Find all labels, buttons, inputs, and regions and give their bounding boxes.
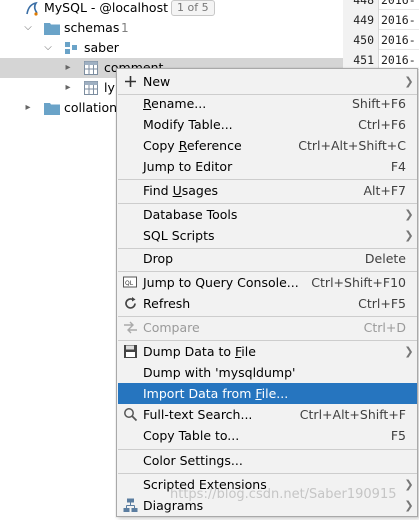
menu-item-label: New [143,74,171,89]
shortcut-label: Delete [364,251,406,266]
menu-item-refresh[interactable]: Refresh Ctrl+F5 [118,293,417,314]
menu-item-label: Jump to Editor [143,159,233,174]
submenu-arrow-icon: ❯ [404,75,414,88]
schemas-count: 1 [121,21,129,35]
diagram-icon [122,497,139,514]
menu-item-label: Dump Data to File [143,344,256,359]
cell-value[interactable]: 2016- [381,10,416,30]
shortcut-label: Ctrl+F5 [358,296,406,311]
menu-item-find-usages[interactable]: Find Usages Alt+F7 [118,180,417,201]
menu-item-copy-table-to[interactable]: Copy Table to... F5 [118,425,417,446]
menu-item-jump-to-editor[interactable]: Jump to Editor F4 [118,156,417,177]
connection-label: MySQL - @localhost [44,0,168,15]
table-row[interactable]: 449 2016- [343,10,419,30]
tree-row-table-lyr[interactable]: ▸ lyr [0,78,120,98]
row-number: 449 [343,10,379,30]
menu-item-jump-to-query-console[interactable]: QL Jump to Query Console... Ctrl+Shift+F… [118,272,417,293]
mysql-dolphin-icon [24,1,38,16]
chevron-right-icon[interactable]: ▸ [62,58,74,78]
shortcut-label: F4 [390,159,406,174]
shortcut-label: Ctrl+Alt+Shift+F [299,407,406,422]
menu-item-dump-data-to-file[interactable]: Dump Data to File ❯ [118,341,417,362]
plus-icon [122,73,139,90]
submenu-arrow-icon: ❯ [404,229,414,242]
collations-label: collations [64,100,124,115]
submenu-arrow-icon: ❯ [404,499,414,512]
schema-icon [64,41,78,55]
menu-item-label: Color Settings... [143,453,243,468]
chevron-right-icon[interactable]: ▸ [62,78,74,98]
query-console-icon: QL [122,274,139,291]
shortcut-label: Ctrl+D [363,320,406,335]
row-number: 448 [343,0,379,10]
table-row[interactable]: 450 2016- [343,30,419,50]
row-number: 451 [343,50,379,70]
folder-icon [44,101,60,115]
menu-item-color-settings[interactable]: Color Settings... [118,450,417,471]
menu-item-modify-table[interactable]: Modify Table... Ctrl+F6 [118,114,417,135]
submenu-arrow-icon: ❯ [404,208,414,221]
refresh-icon [122,295,139,312]
folder-icon [44,21,60,35]
shortcut-label: Shift+F6 [351,96,406,111]
menu-item-new[interactable]: New ❯ [118,71,417,92]
shortcut-label: Ctrl+F6 [358,117,406,132]
menu-item-label: Dump with 'mysqldump' [143,365,296,380]
menu-item-fulltext-search[interactable]: Full-text Search... Ctrl+Alt+Shift+F [118,404,417,425]
menu-item-sql-scripts[interactable]: SQL Scripts ❯ [118,225,417,246]
chevron-down-icon[interactable]: ⌵ [42,38,54,58]
menu-item-drop[interactable]: Drop Delete [118,248,417,269]
menu-item-label: Jump to Query Console... [143,275,299,290]
save-icon [122,343,139,360]
schema-label: saber [84,40,119,55]
shortcut-label: Ctrl+Shift+F10 [311,275,406,290]
menu-item-copy-reference[interactable]: Copy Reference Ctrl+Alt+Shift+C [118,135,417,156]
cell-value[interactable]: 2016- [381,30,416,50]
menu-item-label: Full-text Search... [143,407,253,422]
context-menu: New ❯ Rename... Shift+F6 Modify Table...… [116,68,418,517]
menu-item-label: Find Usages [143,183,219,198]
shortcut-label: Alt+F7 [363,183,406,198]
menu-item-rename[interactable]: Rename... Shift+F6 [118,93,417,114]
menu-item-label: SQL Scripts [143,228,215,243]
menu-item-label: Modify Table... [143,117,233,132]
watermark: https://blog.csdn.net/Saber190915 [170,487,397,502]
compare-icon [122,319,139,336]
table-icon [84,81,98,95]
menu-item-database-tools[interactable]: Database Tools ❯ [118,204,417,225]
table-row[interactable]: 448 2016- [343,0,419,10]
shortcut-label: Ctrl+Alt+Shift+C [298,138,406,153]
menu-item-dump-with-mysqldump[interactable]: Dump with 'mysqldump' [118,362,417,383]
tree-row-schemas[interactable]: ⌵ schemas 1 [0,18,343,38]
submenu-arrow-icon: ❯ [404,478,414,491]
menu-item-label: Copy Table to... [143,428,240,443]
search-icon [122,406,139,423]
data-grid: 448 2016- 449 2016- 450 2016- 451 2016- [343,0,419,70]
tree-row-schema-saber[interactable]: ⌵ saber [0,38,343,58]
chevron-right-icon[interactable]: ▸ [22,98,34,118]
menu-item-import-data-from-file[interactable]: Import Data from File... [118,383,417,404]
row-number: 450 [343,30,379,50]
menu-item-label: Import Data from File... [143,386,289,401]
tree-row-collations[interactable]: ▸ collations [0,98,124,118]
menu-item-label: Compare [143,320,200,335]
menu-item-compare[interactable]: Compare Ctrl+D [118,317,417,338]
menu-item-label: Database Tools [143,207,238,222]
menu-item-label: Copy Reference [143,138,242,153]
schemas-label: schemas [64,20,120,35]
chevron-down-icon[interactable]: ⌵ [22,18,34,38]
table-row[interactable]: 451 2016- [343,50,419,70]
tree-row-connection[interactable]: MySQL - @localhost 1 of 5 [0,0,343,18]
menu-item-label: Refresh [143,296,191,311]
connection-count-badge[interactable]: 1 of 5 [171,0,215,16]
table-icon [84,61,98,75]
shortcut-label: F5 [390,428,406,443]
menu-item-label: Rename... [143,96,207,111]
cell-value[interactable]: 2016- [381,0,416,10]
submenu-arrow-icon: ❯ [404,345,414,358]
menu-item-label: Drop [143,251,174,266]
svg-text:QL: QL [125,280,134,287]
cell-value[interactable]: 2016- [381,50,416,70]
